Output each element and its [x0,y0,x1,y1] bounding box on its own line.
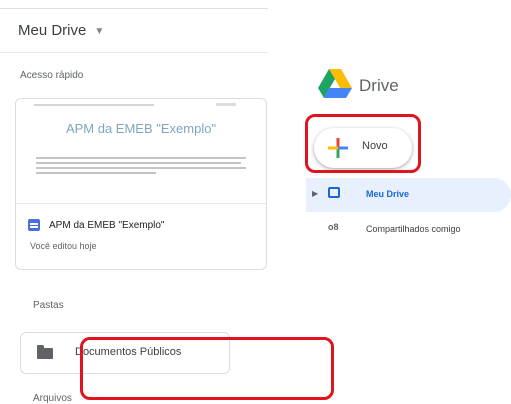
my-drive-title-dropdown[interactable]: Meu Drive ▼ [18,22,104,39]
thumbnail-header-mark [216,103,236,106]
page-title: Meu Drive [18,22,87,39]
shared-icon: o8 [328,222,339,232]
thumbnail-header-line [34,104,154,106]
thumbnail-text-line [36,172,156,174]
nav-item-label: Compartilhados comigo [366,224,461,234]
thumbnail-text-line [36,167,246,169]
thumbnail-title: APM da EMEB "Exemplo" [65,121,217,136]
thumbnail-text-line [36,157,246,159]
google-docs-icon [28,219,40,231]
folder-icon [37,345,53,359]
document-thumbnail: APM da EMEB "Exemplo" [16,99,266,204]
nav-item-label: Meu Drive [366,189,410,199]
top-divider [0,8,268,9]
nav-item-my-drive[interactable]: ▶ Meu Drive [306,178,511,212]
highlight-annotation-new-button [305,114,421,173]
header-divider [0,52,268,53]
highlight-annotation-folder [80,337,334,400]
quick-access-heading: Acesso rápido [20,70,84,81]
quick-access-card[interactable]: APM da EMEB "Exemplo" APM da EMEB "Exemp… [15,98,267,270]
document-name-row: APM da EMEB "Exemplo" [28,219,164,231]
nav-item-shared-with-me[interactable]: o8 Compartilhados comigo [306,220,511,234]
expand-arrow-icon[interactable]: ▶ [312,189,318,198]
document-activity: Você editou hoje [30,241,97,251]
thumbnail-text-line [36,162,241,164]
google-drive-logo [318,69,352,98]
files-heading: Arquivos [33,393,72,404]
chevron-down-icon: ▼ [94,26,105,37]
folders-heading: Pastas [33,300,64,311]
my-drive-icon [328,187,340,198]
document-name: APM da EMEB "Exemplo" [49,219,165,231]
drive-logo-text: Drive [359,76,399,95]
